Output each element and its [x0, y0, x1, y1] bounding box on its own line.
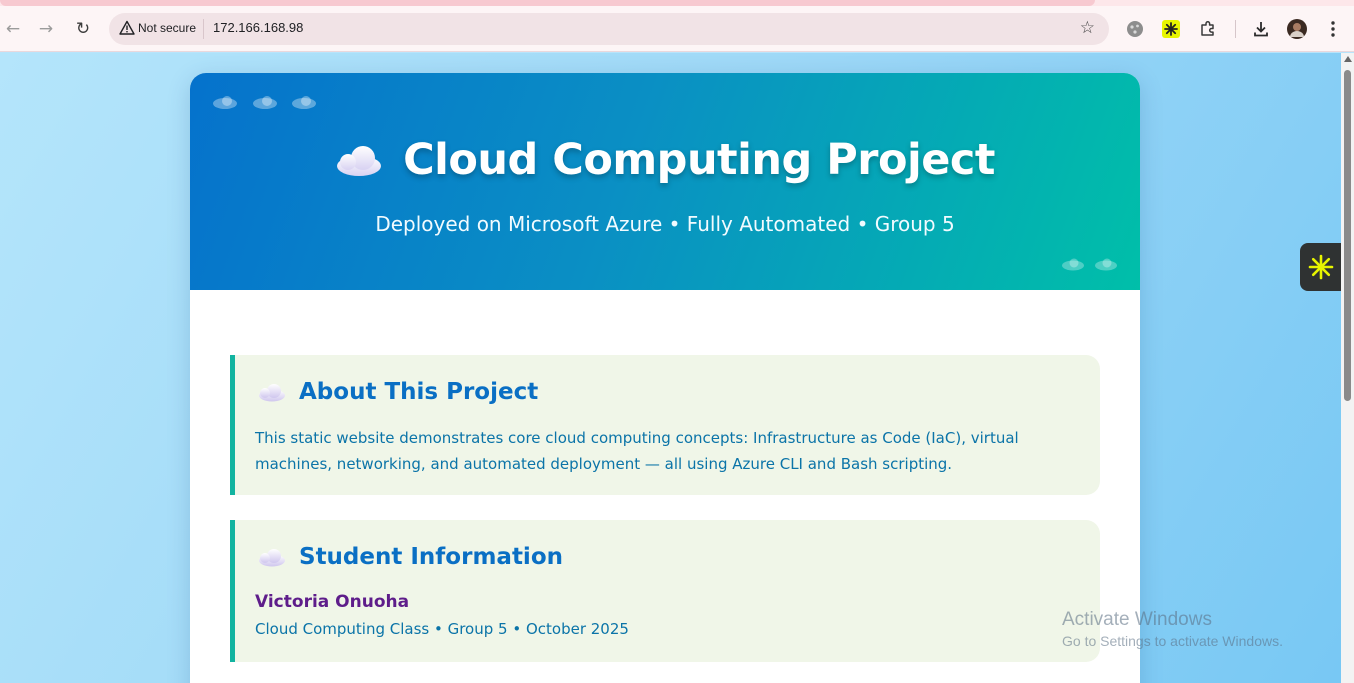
omnibox-divider [203, 19, 204, 39]
cloud-icon [337, 146, 382, 176]
cloud-icon [213, 96, 237, 109]
reload-button[interactable]: ↻ [70, 16, 96, 42]
about-section: About This Project This static website d… [230, 355, 1100, 495]
forward-button[interactable]: → [33, 16, 59, 42]
address-bar[interactable]: Not secure 172.166.168.98 ☆ [109, 13, 1109, 45]
spark-icon [1308, 254, 1333, 280]
security-status[interactable]: Not secure [138, 21, 196, 35]
arrow-left-icon: ← [5, 19, 21, 39]
cloud-icon [253, 96, 277, 109]
toolbar-divider [1235, 20, 1236, 38]
watermark-title: Activate Windows [1062, 609, 1212, 630]
cloud-icon [1095, 258, 1117, 271]
hero-banner: Cloud Computing Project Deployed on Micr… [190, 73, 1140, 290]
arrow-right-icon: → [38, 19, 54, 39]
extension-side-tab[interactable] [1300, 243, 1341, 291]
url-text[interactable]: 172.166.168.98 [213, 20, 303, 35]
about-heading: About This Project [299, 379, 539, 405]
puzzle-icon[interactable] [1197, 18, 1219, 40]
page-title: Cloud Computing Project [403, 135, 995, 185]
cloud-icon [259, 549, 285, 567]
back-button[interactable]: ← [0, 16, 26, 42]
spark-extension-icon[interactable] [1160, 18, 1182, 40]
cloud-icon [1062, 258, 1084, 271]
student-heading: Student Information [299, 544, 563, 570]
about-heading-row: About This Project [257, 379, 538, 405]
windows-activation-watermark: Activate Windows Go to Settings to activ… [1062, 609, 1283, 649]
download-icon[interactable] [1250, 18, 1272, 40]
warning-triangle-icon[interactable] [119, 20, 135, 36]
student-meta: Cloud Computing Class • Group 5 • Octobe… [255, 620, 629, 638]
watermark-subtitle: Go to Settings to activate Windows. [1062, 633, 1283, 649]
cloud-icon [259, 384, 285, 402]
reload-icon: ↻ [75, 19, 91, 39]
about-description: This static website demonstrates core cl… [255, 429, 1019, 473]
hero-title-row: Cloud Computing Project [190, 135, 1140, 185]
page-viewport: Cloud Computing Project Deployed on Micr… [0, 53, 1341, 683]
main-card: Cloud Computing Project Deployed on Micr… [190, 73, 1140, 683]
student-section: Student Information Victoria Onuoha Clou… [230, 520, 1100, 662]
avatar[interactable] [1286, 18, 1308, 40]
profile-extension-icon[interactable] [1124, 18, 1146, 40]
star-icon[interactable]: ☆ [1080, 18, 1095, 38]
student-name: Victoria Onuoha [255, 592, 410, 612]
student-heading-row: Student Information [257, 544, 563, 570]
scroll-thumb[interactable] [1344, 70, 1351, 401]
cloud-icon [292, 96, 316, 109]
scroll-up-arrow[interactable] [1344, 56, 1352, 62]
page-subtitle: Deployed on Microsoft Azure • Fully Auto… [375, 212, 955, 236]
scrollbar[interactable] [1341, 53, 1354, 683]
kebab-menu-icon[interactable] [1322, 18, 1344, 40]
browser-toolbar: ← → ↻ Not secure 172.166.168.98 ☆ [0, 6, 1354, 52]
